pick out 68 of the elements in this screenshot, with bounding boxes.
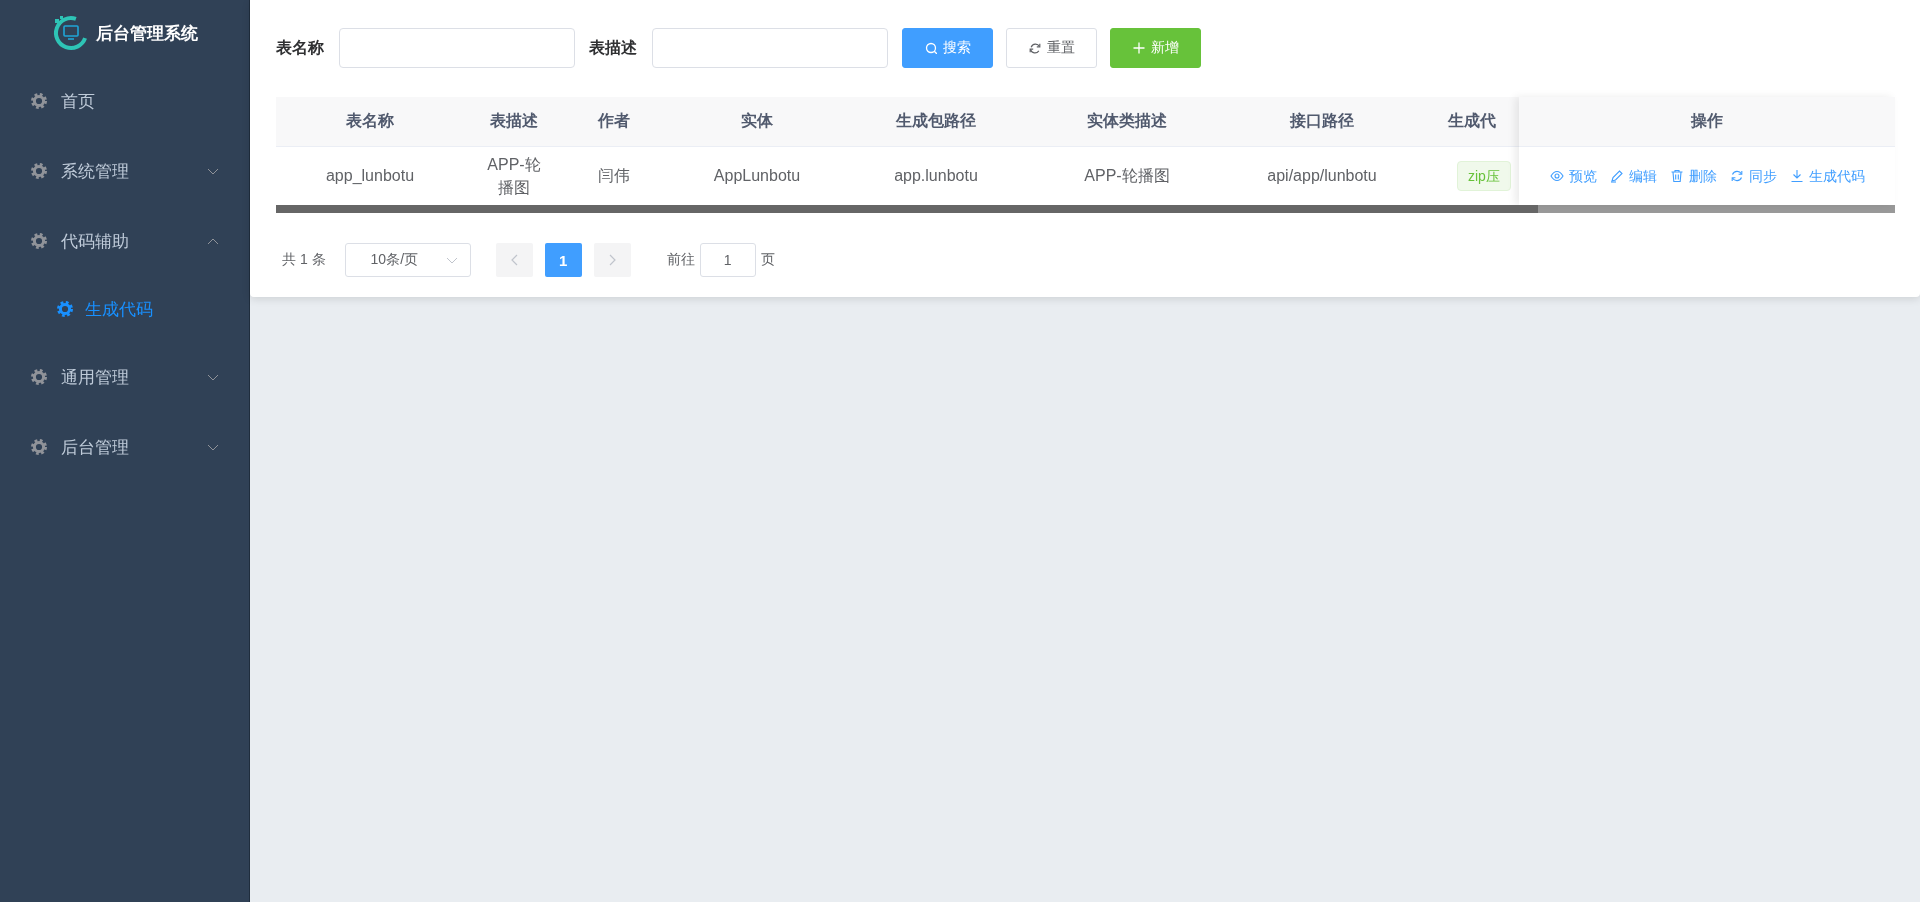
refresh-icon (1028, 42, 1041, 54)
scrollbar-thumb[interactable] (276, 205, 1538, 213)
menu-item[interactable]: 后台管理 (0, 412, 249, 482)
column-header: 作者 (564, 97, 664, 147)
add-button[interactable]: 新增 (1110, 28, 1201, 68)
gear-icon (30, 232, 48, 250)
gear-icon (56, 300, 74, 318)
page-button[interactable]: 1 (544, 243, 582, 277)
column-header: 表描述 (464, 97, 564, 147)
page-suffix: 页 (760, 251, 775, 269)
download-icon (1789, 169, 1804, 183)
column-header: 表名称 (276, 97, 464, 147)
prev-page-button[interactable] (495, 243, 533, 277)
chevron-icon (207, 167, 219, 175)
search-button[interactable]: 搜索 (902, 28, 993, 68)
input-field[interactable] (339, 28, 575, 68)
column-header: 接口路径 (1232, 97, 1412, 147)
gear-icon (30, 92, 48, 110)
action-link[interactable]: 删除 (1669, 165, 1717, 187)
chevron-down-icon (445, 256, 458, 264)
page-size-select[interactable]: 10条/页 (344, 243, 471, 277)
goto-label: 前往 (666, 251, 695, 269)
gear-icon (30, 438, 48, 456)
table-cell-text: APP-轮播图 (486, 154, 542, 198)
field-label: 表名称 (276, 37, 324, 58)
gear-icon (30, 368, 48, 386)
page-input[interactable]: 1 (699, 243, 756, 277)
action-link[interactable]: 编辑 (1609, 165, 1657, 187)
plus-icon (1132, 42, 1145, 54)
status-tag: zip压 (1457, 160, 1511, 192)
table-cell-text: app.lunbotu (893, 166, 979, 187)
field-label: 表描述 (589, 37, 637, 58)
table-cell-text: app_lunbotu (324, 166, 416, 187)
chevron-left-icon (510, 254, 518, 266)
gear-icon (30, 162, 48, 180)
menu-item[interactable]: 系统管理 (0, 136, 249, 206)
action-link[interactable]: 同步 (1729, 165, 1777, 187)
action-link[interactable]: 预览 (1549, 165, 1597, 187)
column-header: 生成包路径 (850, 97, 1022, 147)
total-count: 共 1 条 (282, 251, 326, 269)
table-cell-text: APP-轮播图 (1083, 166, 1171, 187)
column-header: 实体类描述 (1022, 97, 1232, 147)
menu-item[interactable]: 通用管理 (0, 342, 249, 412)
trash-icon (1669, 169, 1684, 183)
action-link[interactable]: 生成代码 (1789, 165, 1865, 187)
logo-icon (51, 14, 90, 52)
menu-item[interactable]: 首页 (0, 66, 249, 136)
reset-button[interactable]: 重置 (1006, 28, 1097, 68)
pencil-icon (1609, 169, 1624, 183)
chevron-icon (207, 373, 219, 381)
column-header: 操作 (1519, 97, 1895, 147)
table-cell-text: AppLunbotu (712, 166, 802, 187)
chevron-icon (207, 443, 219, 451)
scrollbar-track[interactable] (276, 205, 1895, 213)
refresh-icon (1729, 169, 1744, 183)
input-field[interactable] (652, 28, 888, 68)
chevron-right-icon (608, 254, 616, 266)
table-cell-text: api/app/lunbotu (1266, 166, 1378, 187)
menu-item[interactable]: 代码辅助 (0, 206, 249, 276)
search-icon (924, 42, 937, 54)
submenu-item[interactable]: 生成代码 (0, 276, 249, 342)
chevron-icon (207, 237, 219, 245)
eye-icon (1549, 169, 1564, 183)
app-title: 后台管理系统 (95, 22, 198, 45)
next-page-button[interactable] (593, 243, 631, 277)
column-header: 实体 (664, 97, 850, 147)
table-cell-text: 闫伟 (597, 166, 631, 187)
column-header: 生成代 (1412, 97, 1519, 147)
